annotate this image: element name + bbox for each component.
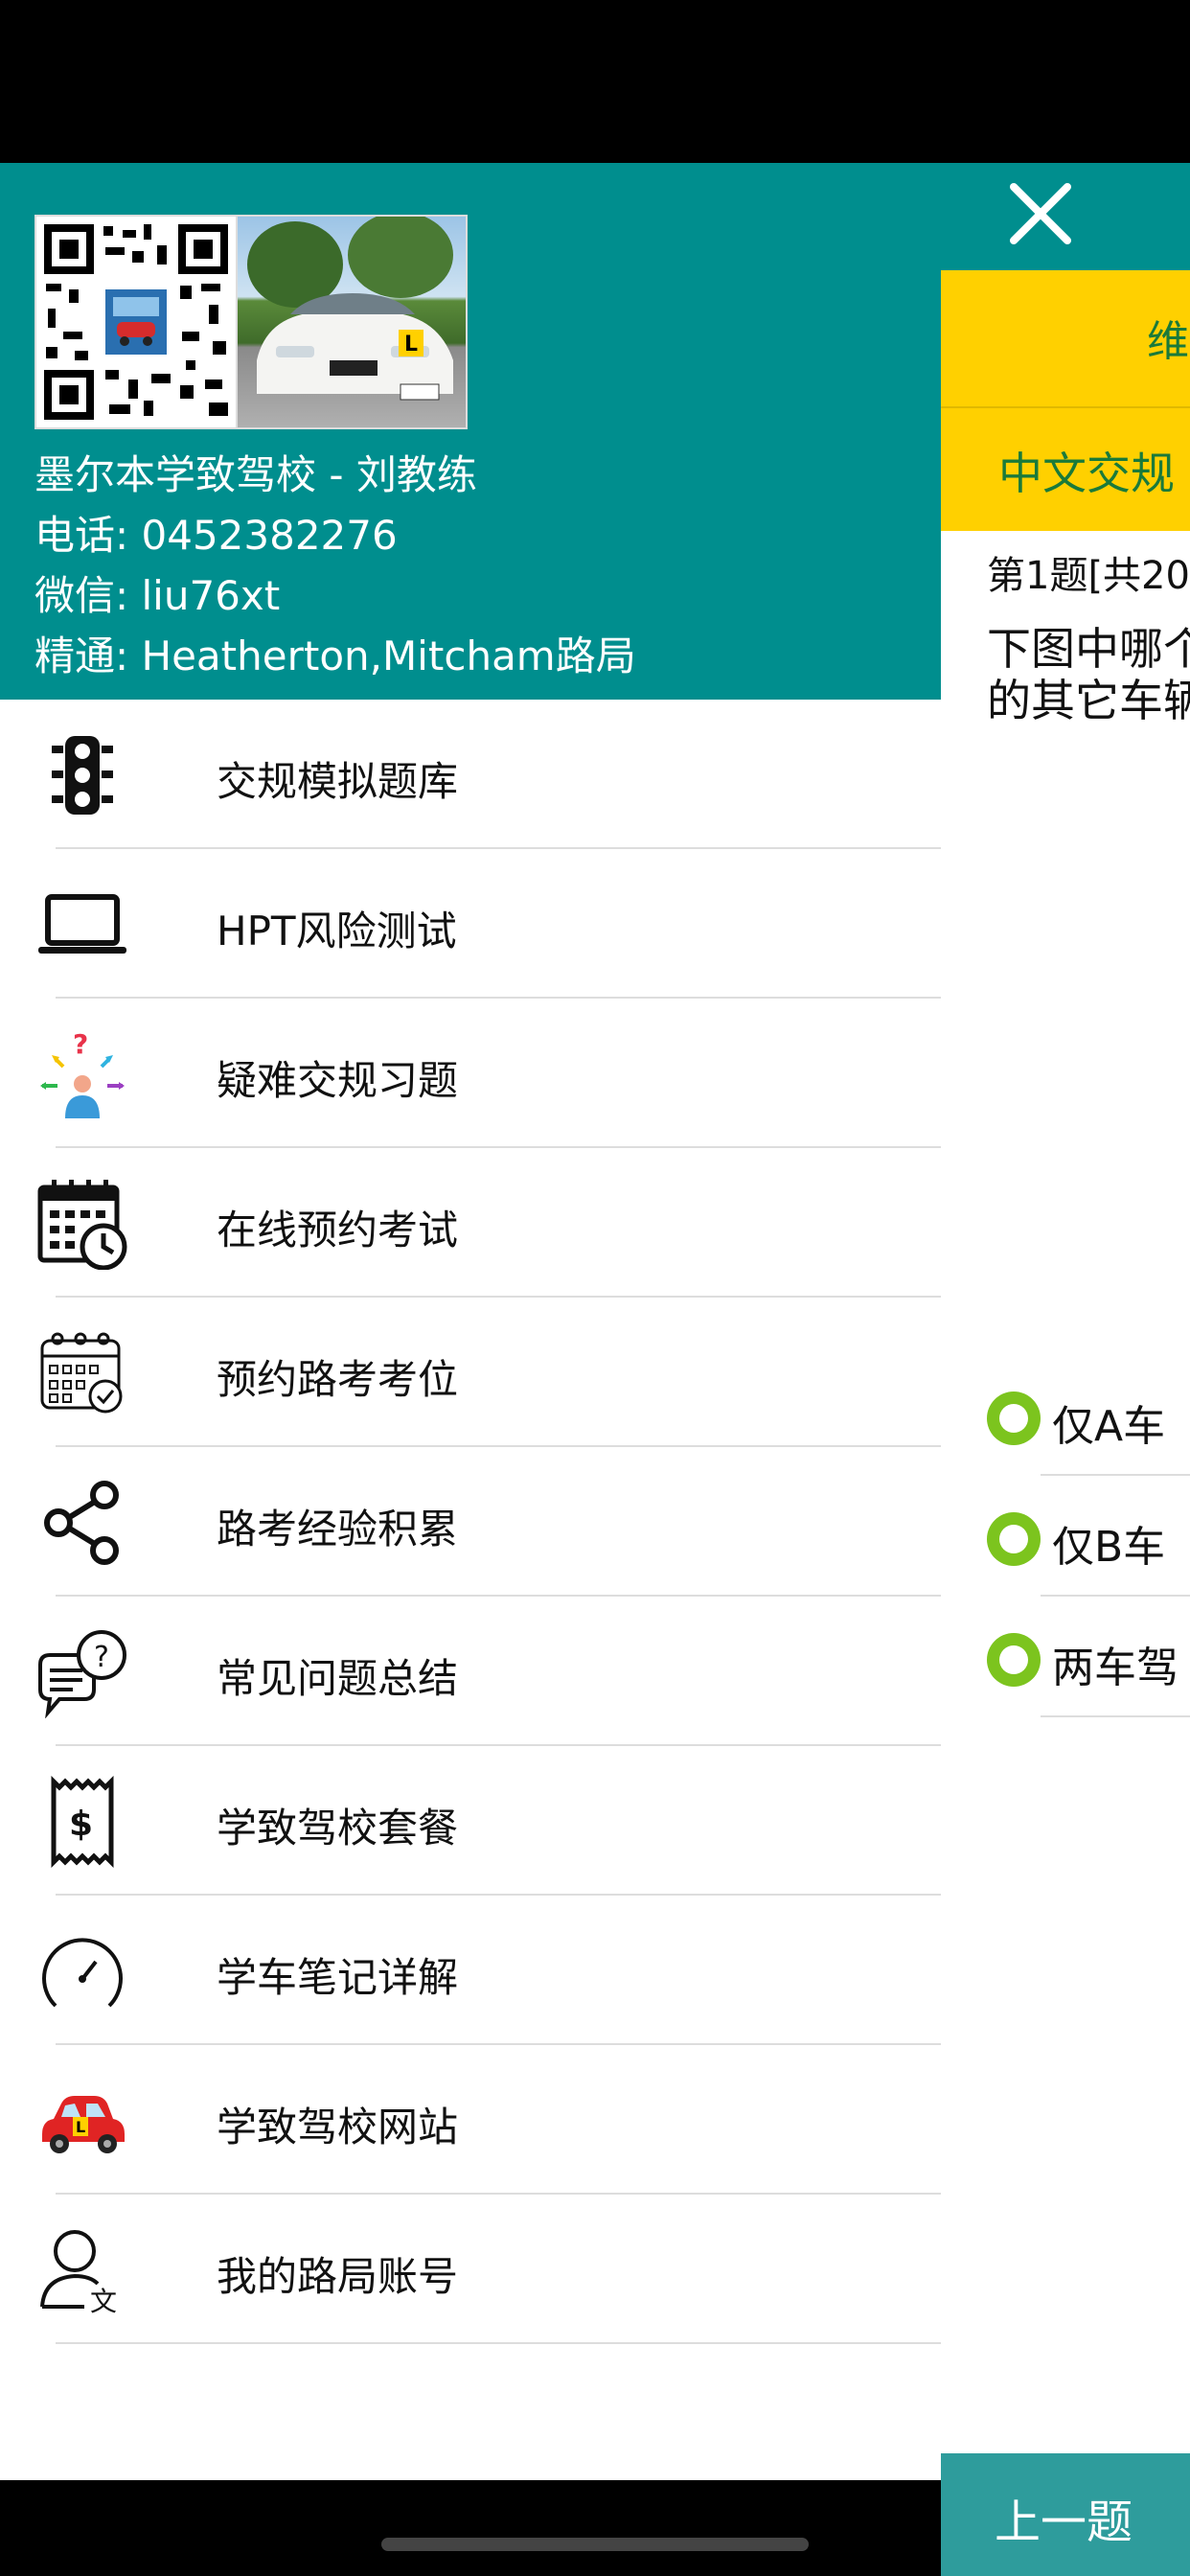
background-title: 维	[1147, 317, 1189, 366]
wechat-id: 微信: liu76xt	[34, 572, 281, 619]
radio-button[interactable]	[987, 1392, 1041, 1445]
menu-item-traffic-rules-bank[interactable]: 交规模拟题库	[0, 700, 941, 849]
question-text-line: 下图中哪个	[987, 623, 1190, 675]
menu-item-book-road-test[interactable]: 预约路考考位	[0, 1298, 941, 1447]
navigation-drawer: L 墨尔本学致驾校 - 刘教练 电话: 0452382276 微信: liu76…	[0, 163, 941, 2480]
answer-option-label: 仅B车	[1052, 1523, 1166, 1572]
drawer-header: L 墨尔本学致驾校 - 刘教练 电话: 0452382276 微信: liu76…	[0, 163, 941, 700]
phone-number[interactable]: 电话: 0452382276	[34, 503, 398, 562]
answer-option[interactable]: 两车驾	[987, 1597, 1190, 1717]
svg-text:L: L	[404, 333, 418, 356]
svg-text:$: $	[69, 1805, 93, 1844]
radio-button[interactable]	[987, 1633, 1041, 1687]
school-name: 墨尔本学致驾校 - 刘教练	[34, 451, 477, 498]
calendar-check-icon	[34, 1330, 130, 1416]
qr-code-image	[34, 215, 238, 429]
close-icon	[1010, 183, 1071, 244]
menu-item-label: 在线预约考试	[217, 1207, 459, 1254]
menu-item-driving-notes[interactable]: 学车笔记详解	[0, 1896, 941, 2045]
menu-item-label: 疑难交规习题	[217, 1057, 459, 1104]
expertise-text: 精通: Heatherton,Mitcham路局	[34, 632, 636, 679]
close-drawer-button[interactable]	[1004, 177, 1077, 250]
receipt-dollar-icon: $	[34, 1776, 130, 1868]
red-car-icon: L	[34, 2078, 130, 2164]
traffic-light-icon	[34, 732, 130, 818]
question-number: 第1题[共20	[987, 554, 1190, 598]
menu-item-hpt-test[interactable]: HPT风险测试	[0, 849, 941, 999]
background-subtitle-bar: 中文交规	[941, 408, 1190, 531]
home-indicator	[381, 2538, 809, 2551]
answer-option[interactable]: 仅B车	[987, 1476, 1190, 1597]
question-text: 下图中哪个 的其它车辆	[987, 623, 1190, 726]
question-chat-icon: ?	[34, 1629, 130, 1718]
speedometer-icon	[34, 1928, 130, 2014]
background-question-page: 维 中文交规 第1题[共20 下图中哪个 的其它车辆 仅A车 仅B车 两车驾 上…	[941, 163, 1190, 2576]
menu-item-school-website[interactable]: L 学致驾校网站	[0, 2045, 941, 2195]
previous-question-label: 上一题	[995, 2496, 1133, 2549]
menu-item-label: 我的路局账号	[217, 2253, 459, 2300]
menu-item-label: 交规模拟题库	[217, 758, 459, 805]
background-title-bar: 维	[941, 270, 1190, 406]
menu-item-label: HPT风险测试	[217, 908, 457, 954]
laptop-icon	[34, 882, 130, 968]
menu-item-book-exam-online[interactable]: 在线预约考试	[0, 1148, 941, 1298]
status-bar	[0, 0, 1190, 163]
divider	[56, 2342, 941, 2344]
menu-item-label: 学车笔记详解	[217, 1954, 459, 2001]
menu-item-label: 常见问题总结	[217, 1655, 459, 1702]
svg-text:文: 文	[90, 2286, 117, 2316]
previous-question-button[interactable]: 上一题	[941, 2453, 1190, 2576]
menu-item-difficult-questions[interactable]: ? 疑难交规习题	[0, 999, 941, 1148]
drawer-menu: 交规模拟题库 HPT风险测试 ? 疑难交规习题 在线预约考试 预约路考考位 路考…	[0, 700, 941, 2344]
answer-option-label: 仅A车	[1052, 1402, 1166, 1451]
background-subtitle: 中文交规	[998, 448, 1175, 499]
svg-text:L: L	[76, 2118, 85, 2136]
confused-person-icon: ?	[34, 1028, 130, 1118]
menu-item-faq[interactable]: ? 常见问题总结	[0, 1597, 941, 1746]
divider	[1041, 1715, 1190, 1717]
share-icon	[34, 1480, 130, 1566]
menu-item-packages[interactable]: $ 学致驾校套餐	[0, 1746, 941, 1896]
menu-item-vicroads-account[interactable]: 文 我的路局账号	[0, 2195, 941, 2344]
question-text-line: 的其它车辆	[987, 675, 1190, 726]
menu-item-label: 学致驾校套餐	[217, 1805, 459, 1852]
menu-item-label: 预约路考考位	[217, 1356, 459, 1403]
user-translate-icon: 文	[34, 2227, 130, 2316]
answer-option-label: 两车驾	[1052, 1644, 1179, 1692]
calendar-clock-icon	[34, 1180, 130, 1270]
car-photo: L	[236, 212, 468, 429]
radio-button[interactable]	[987, 1512, 1041, 1566]
svg-text:?: ?	[73, 1028, 88, 1060]
answer-option[interactable]: 仅A车	[987, 1355, 1190, 1476]
car-image-icon: L	[247, 212, 453, 401]
qr-code-icon	[44, 224, 228, 420]
menu-item-road-test-experience[interactable]: 路考经验积累	[0, 1447, 941, 1597]
svg-text:?: ?	[94, 1641, 109, 1674]
menu-item-label: 学致驾校网站	[217, 2104, 459, 2150]
menu-item-label: 路考经验积累	[217, 1506, 459, 1552]
